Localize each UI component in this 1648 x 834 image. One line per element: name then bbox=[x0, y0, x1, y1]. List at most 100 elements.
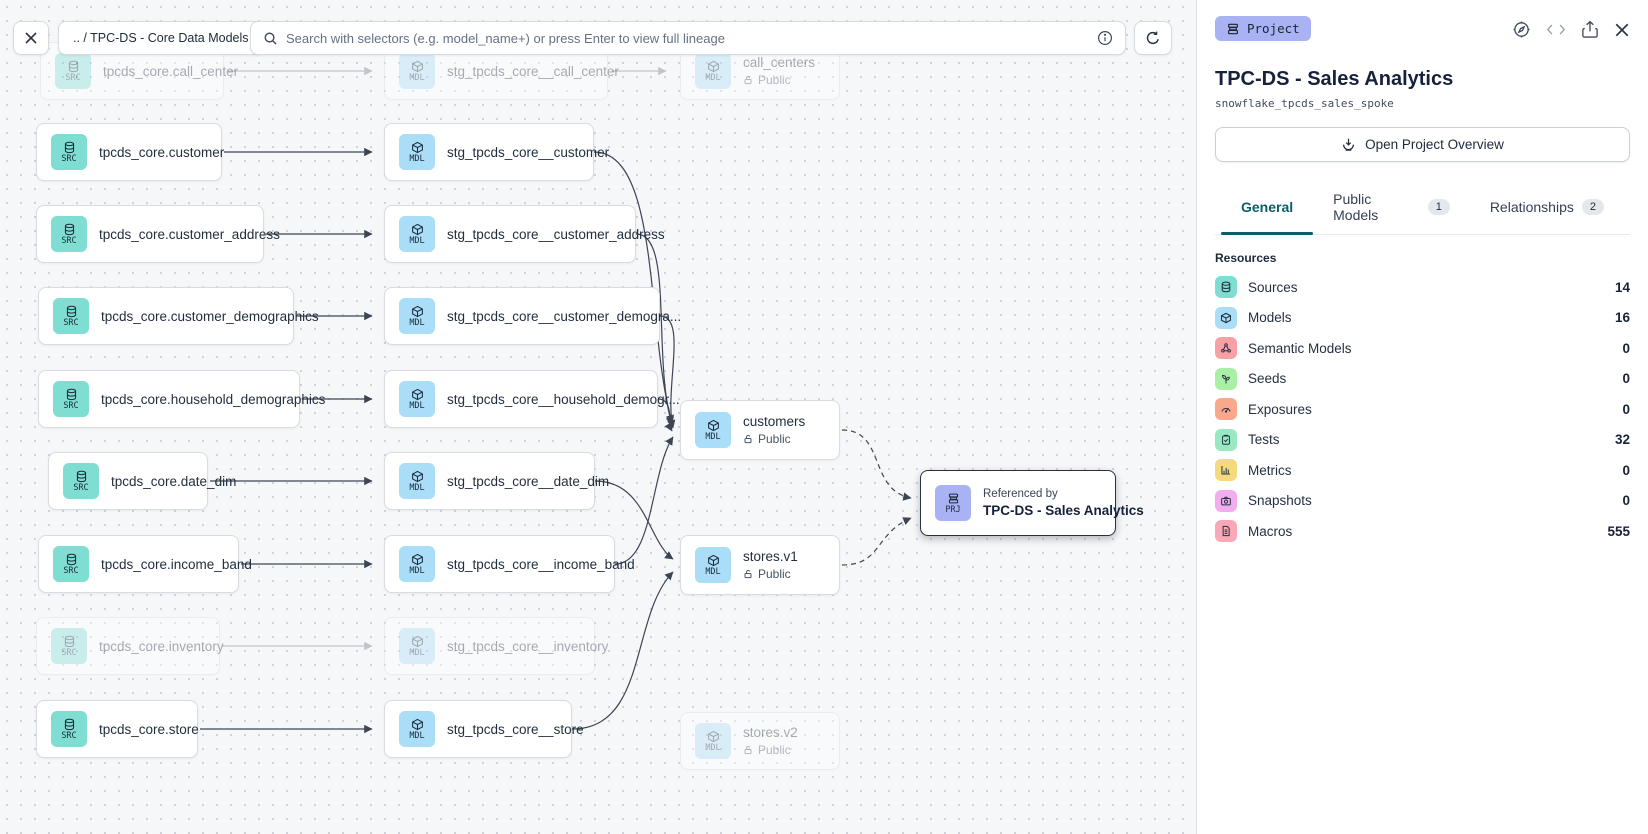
mdl-badge: MDL bbox=[409, 567, 424, 576]
cube-icon bbox=[411, 635, 424, 648]
project-type-badge: Project bbox=[1215, 16, 1311, 41]
lineage-compass-icon[interactable] bbox=[1512, 20, 1531, 39]
node-label: tpcds_core.date_dim bbox=[111, 474, 236, 489]
lineage-node-customers[interactable]: MDL customers Public bbox=[680, 400, 840, 460]
public-access-label: Public bbox=[743, 743, 798, 757]
resource-row-seeds[interactable]: Seeds 0 bbox=[1215, 364, 1630, 395]
breadcrumb-label: .. / TPC-DS - Core Data Models bbox=[73, 31, 249, 45]
node-label: stg_tpcds_core__date_dim bbox=[447, 474, 609, 489]
src-badge: SRC bbox=[63, 567, 78, 576]
lineage-node-src-income-band[interactable]: SRC tpcds_core.income_band bbox=[38, 535, 239, 593]
resource-row-sources[interactable]: Sources 14 bbox=[1215, 272, 1630, 303]
resource-row-snapshots[interactable]: Snapshots 0 bbox=[1215, 486, 1630, 517]
lineage-app: SRC tpcds_core.call_center MDL stg_tpcds… bbox=[0, 0, 1648, 834]
source-icon: SRC bbox=[51, 216, 87, 252]
lineage-node-src-household-demographics[interactable]: SRC tpcds_core.household_demographics bbox=[38, 370, 300, 428]
mdl-badge: MDL bbox=[409, 237, 424, 246]
database-icon bbox=[63, 223, 76, 236]
close-lineage-button[interactable] bbox=[13, 21, 49, 55]
seeds-icon bbox=[1215, 368, 1237, 390]
source-icon: SRC bbox=[53, 381, 89, 417]
share-icon[interactable] bbox=[1581, 20, 1599, 39]
close-panel-icon[interactable] bbox=[1614, 22, 1630, 38]
model-icon: MDL bbox=[399, 546, 435, 582]
resource-count: 0 bbox=[1622, 493, 1630, 508]
node-label: call_centers bbox=[743, 55, 815, 70]
lineage-node-stg-store[interactable]: MDL stg_tpcds_core__store bbox=[384, 700, 572, 758]
cube-icon bbox=[411, 305, 424, 318]
mdl-badge: MDL bbox=[705, 433, 720, 442]
metrics-icon bbox=[1215, 459, 1237, 481]
tab-relationships[interactable]: Relationships 2 bbox=[1470, 185, 1624, 234]
search-bar[interactable] bbox=[250, 21, 1126, 55]
search-input[interactable] bbox=[286, 31, 1089, 46]
lineage-node-src-date-dim[interactable]: SRC tpcds_core.date_dim bbox=[48, 452, 208, 510]
mdl-badge: MDL bbox=[409, 484, 424, 493]
tests-icon bbox=[1215, 429, 1237, 451]
lineage-node-src-inventory[interactable]: SRC tpcds_core.inventory bbox=[36, 617, 220, 675]
node-label: stg_tpcds_core__customer_address bbox=[447, 227, 665, 242]
lineage-node-stores-v2[interactable]: MDL stores.v2 Public bbox=[680, 712, 840, 770]
unlock-icon bbox=[743, 434, 753, 444]
source-icon: SRC bbox=[55, 53, 91, 89]
lineage-node-src-store[interactable]: SRC tpcds_core.store bbox=[36, 700, 198, 758]
node-label: tpcds_core.income_band bbox=[101, 557, 252, 572]
resource-count: 0 bbox=[1622, 371, 1630, 386]
breadcrumb[interactable]: .. / TPC-DS - Core Data Models bbox=[58, 21, 264, 55]
cube-icon bbox=[707, 554, 720, 567]
lineage-node-stores-v1[interactable]: MDL stores.v1 Public bbox=[680, 535, 840, 595]
tab-public-models[interactable]: Public Models 1 bbox=[1313, 185, 1470, 234]
public-access-label: Public bbox=[743, 432, 805, 446]
prj-badge: PRJ bbox=[945, 506, 960, 515]
source-icon: SRC bbox=[53, 298, 89, 334]
mdl-badge: MDL bbox=[705, 568, 720, 577]
cube-icon bbox=[707, 60, 720, 73]
resource-count: 14 bbox=[1615, 280, 1630, 295]
lineage-canvas[interactable]: SRC tpcds_core.call_center MDL stg_tpcds… bbox=[0, 0, 1196, 834]
exposures-icon bbox=[1215, 398, 1237, 420]
node-label: stg_tpcds_core__customer bbox=[447, 145, 609, 160]
stack-icon bbox=[947, 492, 960, 505]
resource-row-exposures[interactable]: Exposures 0 bbox=[1215, 394, 1630, 425]
resource-row-semantic-models[interactable]: Semantic Models 0 bbox=[1215, 333, 1630, 364]
resource-count: 555 bbox=[1607, 524, 1630, 539]
resource-row-tests[interactable]: Tests 32 bbox=[1215, 425, 1630, 456]
code-icon[interactable] bbox=[1546, 22, 1566, 37]
sources-icon bbox=[1215, 276, 1237, 298]
resource-row-macros[interactable]: Macros 555 bbox=[1215, 516, 1630, 547]
cube-icon bbox=[411, 223, 424, 236]
lineage-node-stg-inventory[interactable]: MDL stg_tpcds_core__inventory bbox=[384, 617, 595, 675]
source-icon: SRC bbox=[51, 134, 87, 170]
open-project-overview-button[interactable]: Open Project Overview bbox=[1215, 127, 1630, 162]
lineage-node-src-customer-demographics[interactable]: SRC tpcds_core.customer_demographics bbox=[38, 287, 294, 345]
lineage-node-stg-household-demographics[interactable]: MDL stg_tpcds_core__household_demogr... bbox=[384, 370, 658, 428]
lineage-node-src-customer-address[interactable]: SRC tpcds_core.customer_address bbox=[36, 205, 264, 263]
referenced-by-label: Referenced by bbox=[983, 488, 1144, 500]
model-icon: MDL bbox=[399, 298, 435, 334]
lineage-node-stg-date-dim[interactable]: MDL stg_tpcds_core__date_dim bbox=[384, 452, 595, 510]
model-icon: MDL bbox=[695, 53, 731, 89]
refresh-button[interactable] bbox=[1134, 21, 1172, 55]
public-access-label: Public bbox=[743, 73, 815, 87]
resource-row-models[interactable]: Models 16 bbox=[1215, 303, 1630, 334]
cube-icon bbox=[411, 553, 424, 566]
lineage-node-stg-income-band[interactable]: MDL stg_tpcds_core__income_band bbox=[384, 535, 615, 593]
resource-row-metrics[interactable]: Metrics 0 bbox=[1215, 455, 1630, 486]
tab-general[interactable]: General bbox=[1221, 185, 1313, 234]
panel-tabs: General Public Models 1 Relationships 2 bbox=[1215, 185, 1630, 235]
lineage-node-stg-customer-address[interactable]: MDL stg_tpcds_core__customer_address bbox=[384, 205, 636, 263]
lineage-node-src-customer[interactable]: SRC tpcds_core.customer bbox=[36, 123, 222, 181]
resource-count: 0 bbox=[1622, 341, 1630, 356]
resource-count: 0 bbox=[1622, 402, 1630, 417]
lineage-node-stg-customer[interactable]: MDL stg_tpcds_core__customer bbox=[384, 123, 594, 181]
lineage-node-stg-customer-demographics[interactable]: MDL stg_tpcds_core__customer_demogra... bbox=[384, 287, 660, 345]
stack-icon bbox=[1226, 22, 1240, 36]
resource-count: 32 bbox=[1615, 432, 1630, 447]
node-label: tpcds_core.customer_demographics bbox=[101, 309, 319, 324]
resources-header: Resources bbox=[1215, 251, 1630, 265]
src-badge: SRC bbox=[73, 484, 88, 493]
info-icon[interactable] bbox=[1097, 30, 1113, 46]
lineage-node-referenced-project[interactable]: PRJ Referenced by TPC-DS - Sales Analyti… bbox=[920, 470, 1116, 536]
database-icon bbox=[63, 635, 76, 648]
model-icon: MDL bbox=[399, 463, 435, 499]
